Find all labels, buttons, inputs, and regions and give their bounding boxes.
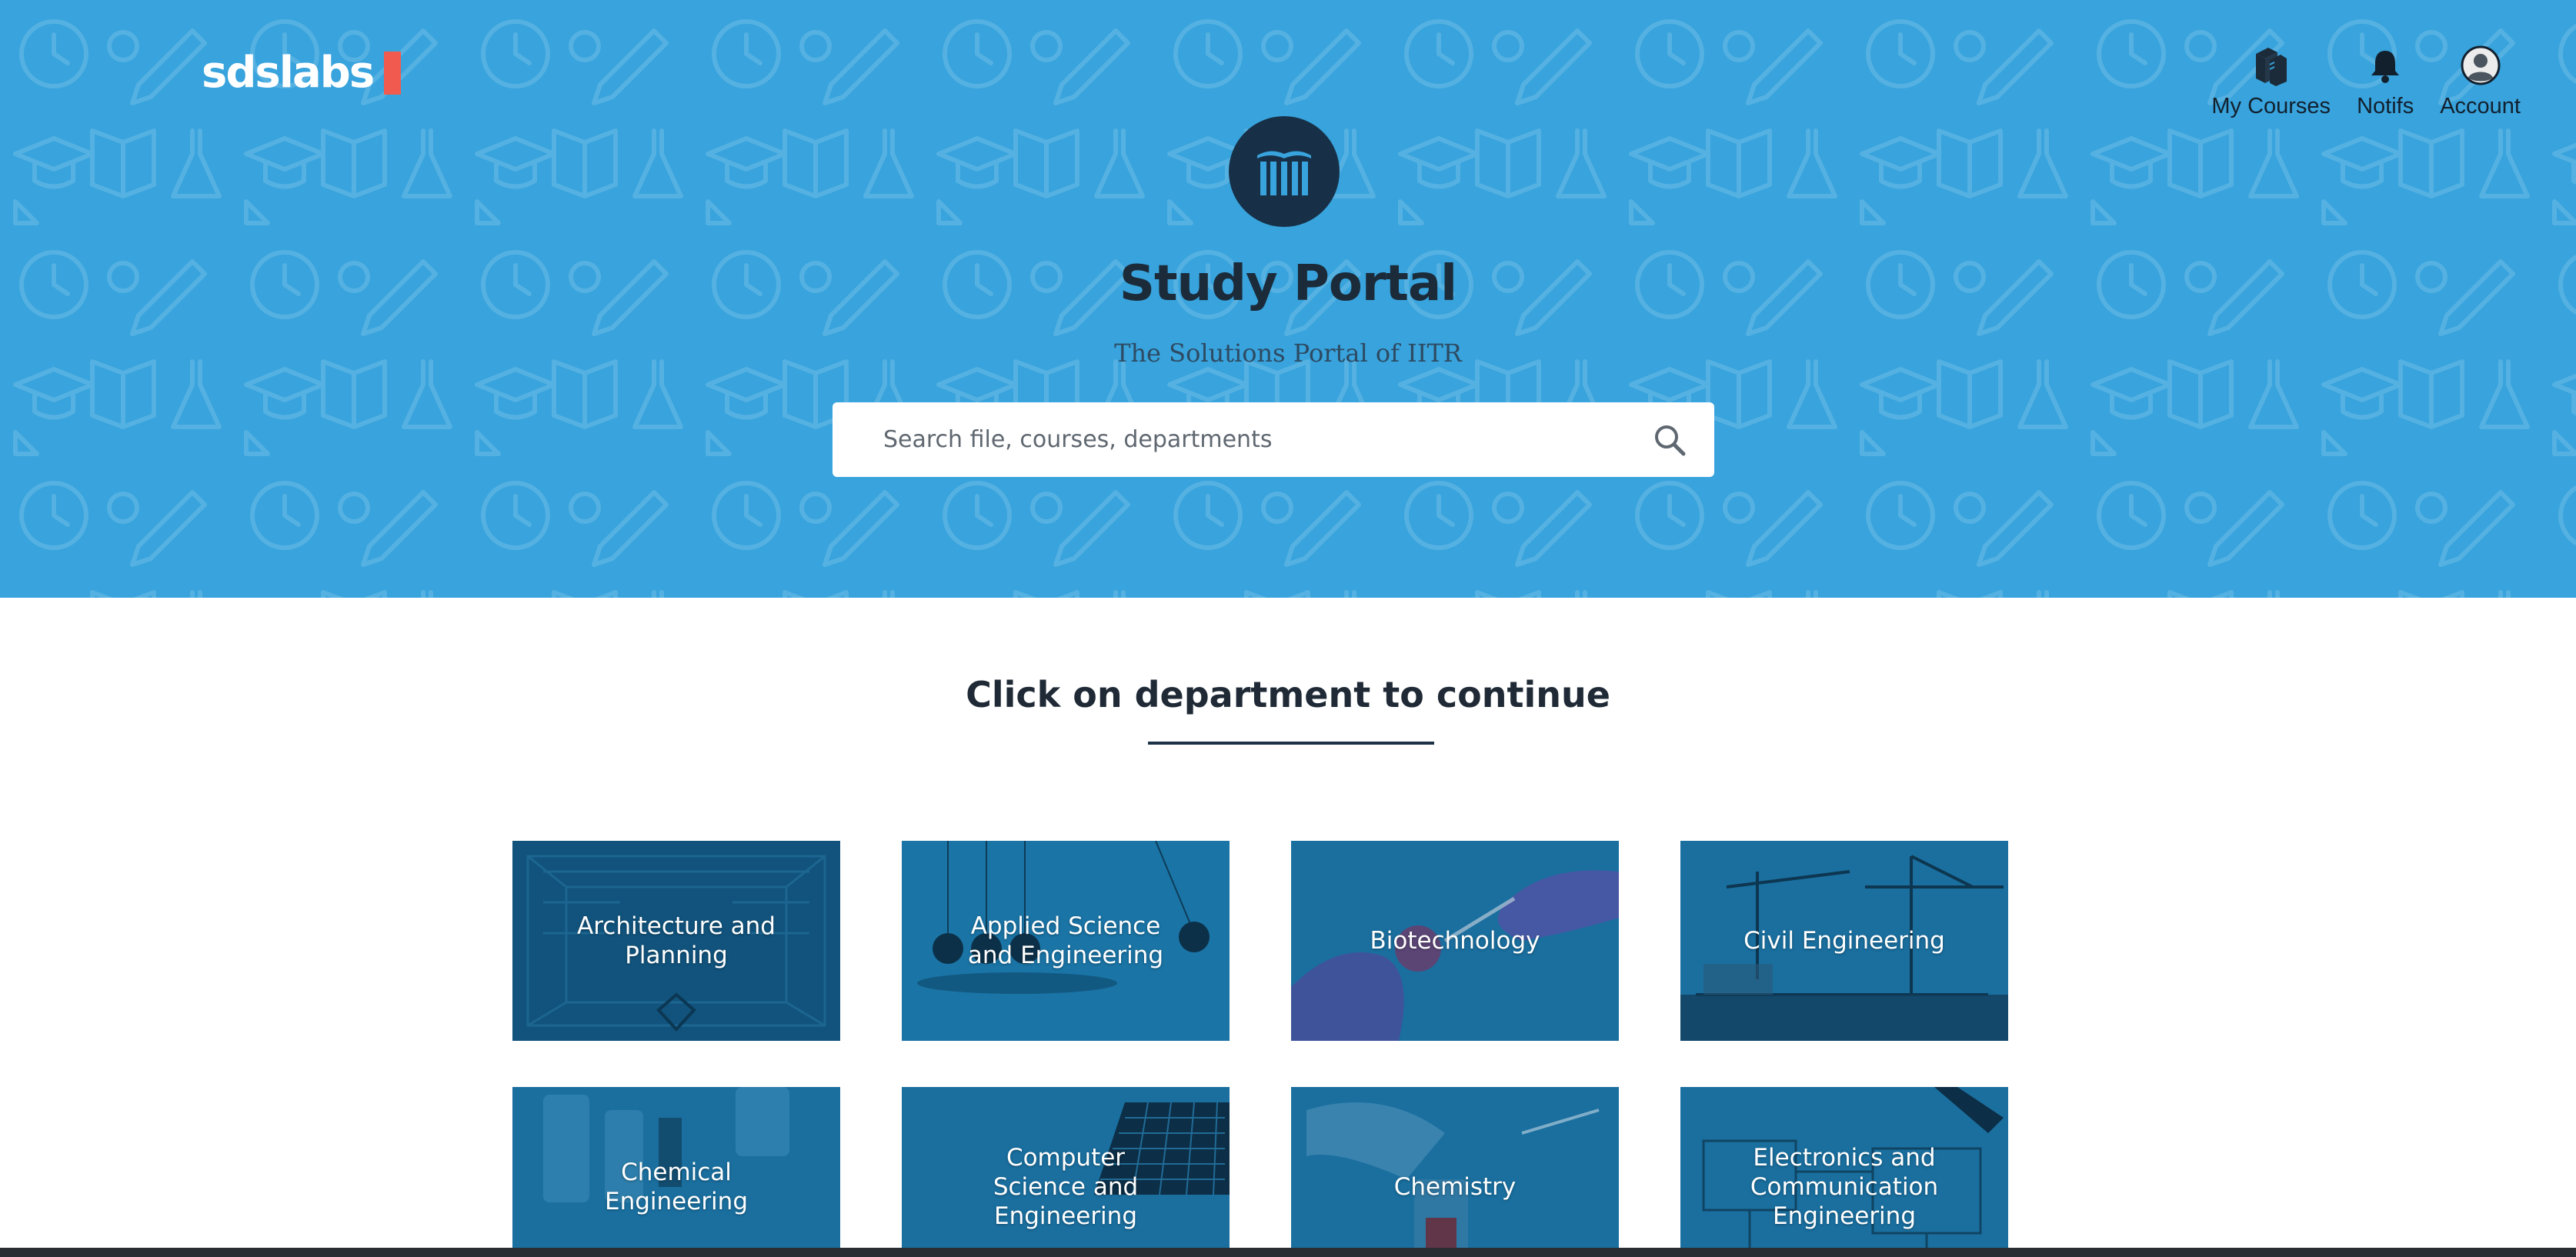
logo-accent-bar	[384, 52, 402, 95]
page-subtitle: The Solutions Portal of IITR	[1114, 338, 1462, 368]
department-card-chemistry[interactable]: Chemistry	[1291, 1087, 1619, 1257]
nav-account[interactable]: Account	[2440, 45, 2521, 119]
department-card-biotechnology[interactable]: Biotechnology	[1291, 841, 1619, 1041]
department-label: Chemical Engineering	[605, 1159, 748, 1215]
search-icon[interactable]	[1648, 418, 1691, 462]
section-heading: Click on department to continue	[966, 674, 1610, 715]
department-label: Biotechnology	[1370, 927, 1540, 955]
department-label: Computer Science and Engineering	[993, 1144, 1139, 1230]
nav-label: My Courses	[2211, 94, 2331, 118]
search-bar	[833, 402, 1714, 477]
department-label: Architecture and Planning	[577, 912, 776, 969]
nav-notifs[interactable]: Notifs	[2357, 45, 2414, 119]
department-card-computer-science[interactable]: Computer Science and Engineering	[902, 1087, 1230, 1257]
bell-icon	[2364, 45, 2406, 86]
sdslabs-logo[interactable]: sdslabs	[202, 46, 402, 100]
heading-underline	[1148, 742, 1434, 745]
search-input[interactable]	[883, 426, 1648, 453]
window-bottom-edge	[0, 1248, 2576, 1257]
books-icon	[2251, 45, 2292, 86]
nav-label: Notifs	[2357, 94, 2414, 118]
nav-my-courses[interactable]: My Courses	[2211, 45, 2331, 119]
department-card-civil[interactable]: Civil Engineering	[1680, 841, 2008, 1041]
nav-label: Account	[2440, 94, 2521, 118]
top-navigation: My Courses Notifs Account	[2211, 45, 2521, 119]
department-card-chemical[interactable]: Chemical Engineering	[512, 1087, 840, 1257]
logo-text: sdslabs	[202, 48, 375, 98]
library-icon	[1229, 116, 1340, 227]
department-card-electronics[interactable]: Electronics and Communication Engineerin…	[1680, 1087, 2008, 1257]
department-label: Civil Engineering	[1743, 927, 1945, 955]
hero-banner: sdslabs My Courses Notifs Account Study …	[0, 0, 2576, 598]
account-icon	[2460, 45, 2501, 86]
department-label: Applied Science and Engineering	[967, 912, 1164, 969]
department-card-architecture[interactable]: Architecture and Planning	[512, 841, 840, 1041]
department-card-applied-science[interactable]: Applied Science and Engineering	[902, 841, 1230, 1041]
department-label: Electronics and Communication Engineerin…	[1750, 1144, 1939, 1230]
page-title: Study Portal	[1119, 255, 1457, 312]
department-label: Chemistry	[1393, 1173, 1517, 1201]
